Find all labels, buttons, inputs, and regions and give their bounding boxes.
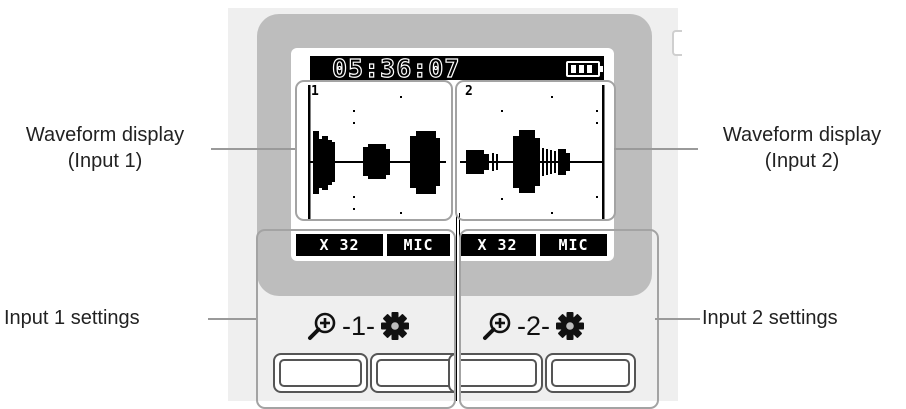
label-input-1-settings: Input 1 settings — [4, 307, 140, 329]
battery-icon — [566, 61, 603, 77]
leader-line-waveform-2 — [614, 148, 698, 150]
label-waveform-display-input-1: Waveform display (Input 1) — [25, 124, 185, 172]
time-counter: 05:36:07 — [331, 53, 461, 83]
callout-box-input-2-settings — [459, 229, 659, 409]
callout-box-waveform-2 — [455, 80, 616, 221]
leader-line-input-1 — [208, 318, 256, 320]
leader-line-waveform-1 — [211, 148, 295, 150]
side-connector — [672, 30, 682, 56]
callout-box-waveform-1 — [295, 80, 453, 221]
callout-box-input-1-settings — [256, 229, 456, 409]
label-input-2-settings: Input 2 settings — [702, 307, 838, 329]
label-waveform-display-input-2: Waveform display (Input 2) — [722, 124, 882, 172]
leader-line-input-2 — [655, 318, 700, 320]
